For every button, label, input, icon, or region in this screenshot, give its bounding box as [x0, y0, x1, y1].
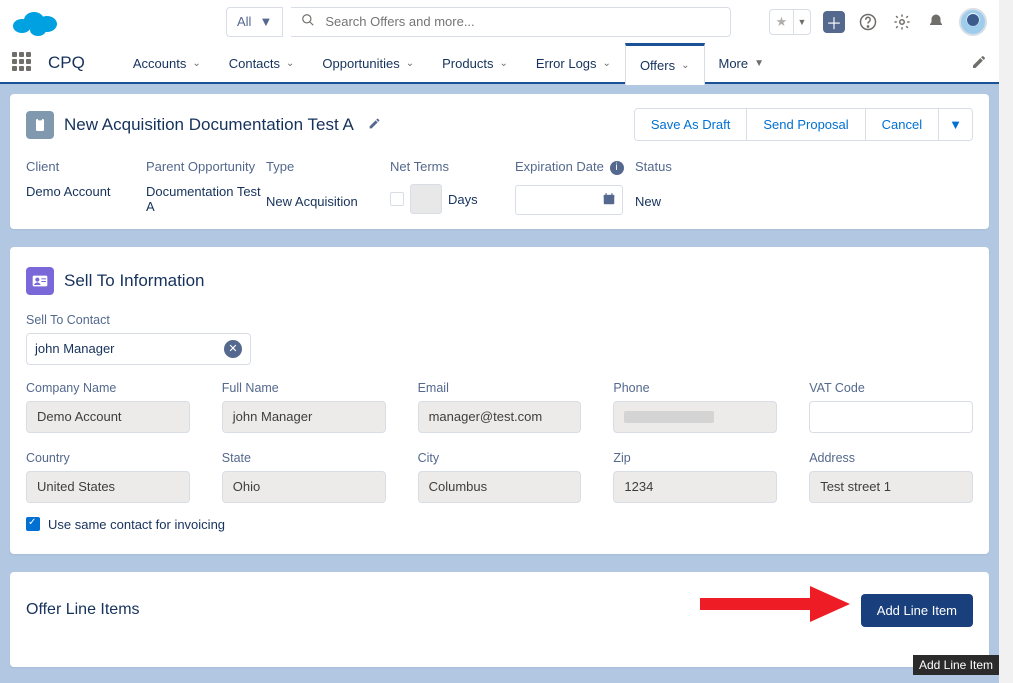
- email-label: Email: [418, 381, 582, 395]
- user-avatar[interactable]: [959, 8, 987, 36]
- country-input[interactable]: United States: [26, 471, 190, 503]
- zip-input[interactable]: 1234: [613, 471, 777, 503]
- vat-label: VAT Code: [809, 381, 973, 395]
- search-scope-dropdown[interactable]: All ▼: [226, 7, 283, 37]
- app-navigation: CPQ Accounts⌄ Contacts⌄ Opportunities⌄ P…: [0, 44, 999, 84]
- country-label: Country: [26, 451, 190, 465]
- state-input[interactable]: Ohio: [222, 471, 386, 503]
- address-label: Address: [809, 451, 973, 465]
- city-label: City: [418, 451, 582, 465]
- notifications-button[interactable]: [925, 11, 947, 33]
- tab-offers[interactable]: Offers⌄: [625, 43, 705, 85]
- chevron-down-icon: ⌄: [499, 58, 507, 69]
- sell-to-contact-label: Sell To Contact: [26, 313, 973, 327]
- chevron-down-icon: ⌄: [192, 58, 200, 69]
- tab-contacts[interactable]: Contacts⌄: [215, 43, 309, 83]
- parent-opportunity-label: Parent Opportunity: [146, 159, 266, 174]
- chevron-down-icon: ⌄: [406, 58, 414, 69]
- save-draft-button[interactable]: Save As Draft: [635, 109, 746, 140]
- type-value: New Acquisition: [266, 194, 390, 209]
- address-input[interactable]: Test street 1: [809, 471, 973, 503]
- tab-more[interactable]: More▼: [705, 43, 779, 83]
- search-icon: [301, 13, 315, 30]
- clear-contact-button[interactable]: ✕: [224, 340, 242, 358]
- sell-to-card: Sell To Information Sell To Contact john…: [10, 247, 989, 554]
- phone-label: Phone: [613, 381, 777, 395]
- city-input[interactable]: Columbus: [418, 471, 582, 503]
- global-header: All ▼ ★ ▼ ＋: [0, 0, 999, 44]
- global-search[interactable]: [291, 7, 731, 37]
- help-button[interactable]: [857, 11, 879, 33]
- offer-title: New Acquisition Documentation Test A: [64, 115, 354, 135]
- chevron-down-icon: ▼: [794, 17, 810, 27]
- cancel-button[interactable]: Cancel: [865, 109, 938, 140]
- same-contact-checkbox[interactable]: [26, 517, 40, 531]
- tab-error-logs[interactable]: Error Logs⌄: [522, 43, 625, 83]
- company-name-input[interactable]: Demo Account: [26, 401, 190, 433]
- line-items-title: Offer Line Items: [26, 601, 140, 619]
- chevron-down-icon: ▼: [949, 117, 962, 132]
- edit-title-button[interactable]: [368, 117, 381, 133]
- plus-icon: ＋: [826, 10, 842, 34]
- client-link[interactable]: Demo Account: [26, 184, 146, 199]
- setup-button[interactable]: [891, 11, 913, 33]
- offer-actions: Save As Draft Send Proposal Cancel ▼: [634, 108, 973, 141]
- client-label: Client: [26, 159, 146, 174]
- star-icon: ★: [770, 10, 794, 34]
- net-terms-days-input[interactable]: [410, 184, 442, 214]
- net-terms-label: Net Terms: [390, 159, 515, 174]
- salesforce-logo[interactable]: [12, 6, 58, 38]
- more-actions-button[interactable]: ▼: [938, 109, 972, 140]
- chevron-down-icon: ▼: [259, 14, 272, 29]
- state-label: State: [222, 451, 386, 465]
- offer-summary-card: New Acquisition Documentation Test A Sav…: [10, 94, 989, 229]
- company-name-label: Company Name: [26, 381, 190, 395]
- zip-label: Zip: [613, 451, 777, 465]
- favorites-toggle[interactable]: ★ ▼: [769, 9, 811, 35]
- contact-icon: [26, 267, 54, 295]
- chevron-down-icon: ▼: [754, 58, 764, 69]
- email-input[interactable]: manager@test.com: [418, 401, 582, 433]
- nav-tabs: Accounts⌄ Contacts⌄ Opportunities⌄ Produ…: [119, 43, 778, 83]
- expiration-label: Expiration Date i: [515, 159, 635, 175]
- sell-to-title: Sell To Information: [64, 271, 204, 291]
- tab-products[interactable]: Products⌄: [428, 43, 522, 83]
- status-label: Status: [635, 159, 715, 174]
- phone-input[interactable]: [613, 401, 777, 433]
- global-actions-button[interactable]: ＋: [823, 11, 845, 33]
- scrollbar[interactable]: [1002, 2, 1010, 382]
- chevron-down-icon: ⌄: [603, 58, 611, 69]
- info-icon[interactable]: i: [610, 161, 624, 175]
- edit-nav-button[interactable]: [971, 54, 987, 73]
- full-name-input[interactable]: john Manager: [222, 401, 386, 433]
- annotation-arrow: [700, 586, 850, 622]
- add-line-item-button[interactable]: Add Line Item: [861, 594, 973, 627]
- calendar-icon: [602, 192, 616, 209]
- days-label: Days: [448, 192, 478, 207]
- contact-value: john Manager: [35, 341, 115, 356]
- type-label: Type: [266, 159, 390, 174]
- line-items-card: Offer Line Items Add Line Item: [10, 572, 989, 667]
- same-contact-label: Use same contact for invoicing: [48, 517, 225, 532]
- search-scope-label: All: [237, 14, 251, 29]
- tab-accounts[interactable]: Accounts⌄: [119, 43, 215, 83]
- status-value: New: [635, 194, 715, 209]
- tooltip: Add Line Item: [913, 655, 999, 675]
- redacted-value: [624, 411, 714, 423]
- search-input[interactable]: [325, 14, 720, 29]
- parent-opportunity-link[interactable]: Documentation Test A: [146, 184, 266, 214]
- vat-input[interactable]: [809, 401, 973, 433]
- app-launcher-icon[interactable]: [12, 52, 34, 74]
- full-name-label: Full Name: [222, 381, 386, 395]
- tab-opportunities[interactable]: Opportunities⌄: [308, 43, 428, 83]
- chevron-down-icon: ⌄: [681, 60, 689, 71]
- app-name: CPQ: [48, 53, 85, 73]
- send-proposal-button[interactable]: Send Proposal: [746, 109, 864, 140]
- sell-to-contact-input[interactable]: john Manager ✕: [26, 333, 251, 365]
- clipboard-icon: [26, 111, 54, 139]
- expiration-date-input[interactable]: [515, 185, 623, 215]
- net-terms-checkbox[interactable]: [390, 192, 404, 206]
- chevron-down-icon: ⌄: [286, 58, 294, 69]
